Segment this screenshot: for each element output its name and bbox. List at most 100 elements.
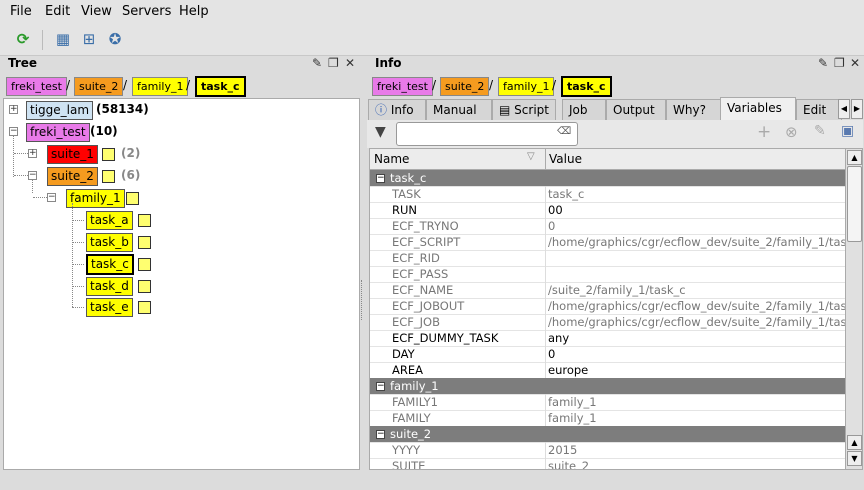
tab-scroll-left-icon[interactable]: ◀: [838, 99, 850, 119]
tab-variables[interactable]: Variables: [720, 97, 796, 120]
add-server-icon[interactable]: ⊞: [80, 30, 98, 48]
variable-row[interactable]: TASK task_c: [370, 186, 846, 203]
info-crumb-freki-test[interactable]: freki_test: [372, 77, 433, 96]
save-icon[interactable]: ▣: [841, 123, 854, 139]
edit-variable-icon[interactable]: ✎: [814, 123, 826, 139]
refresh-icon[interactable]: ⟳: [14, 30, 32, 48]
variable-row[interactable]: AREA europe: [370, 362, 846, 379]
panel-splitter[interactable]: [361, 280, 364, 320]
collapse-icon[interactable]: −: [376, 430, 385, 439]
variable-row[interactable]: ECF_TRYNO 0: [370, 218, 846, 235]
tree-crumb-family-1[interactable]: family_1: [132, 77, 189, 96]
variable-row[interactable]: DAY 0: [370, 346, 846, 363]
tree-node-task-c[interactable]: task_c: [86, 254, 134, 275]
variable-row[interactable]: ECF_NAME/suite_2/family_1/task_c: [370, 282, 846, 299]
add-variable-icon[interactable]: +: [757, 122, 771, 142]
variable-group-row[interactable]: − family_1: [370, 378, 846, 395]
variable-row[interactable]: RUN 00: [370, 202, 846, 219]
menu-servers[interactable]: Servers: [122, 4, 171, 19]
filter-icon[interactable]: ▼: [375, 124, 386, 140]
tree-close-icon[interactable]: ✕: [345, 56, 355, 70]
table-vertical-scrollbar[interactable]: ▲ ▲ ▼: [845, 148, 863, 470]
column-header-value[interactable]: Value: [549, 152, 582, 166]
expand-icon[interactable]: +: [9, 105, 18, 114]
tree-node-suite-1[interactable]: suite_1: [47, 145, 98, 164]
tree-view[interactable]: + tigge_lam (58134) − freki_test (10) + …: [3, 98, 360, 470]
menu-help[interactable]: Help: [179, 4, 209, 19]
menu-file[interactable]: File: [10, 4, 32, 19]
scrollbar-thumb[interactable]: [847, 166, 862, 242]
tree-node-task-d[interactable]: task_d: [86, 277, 133, 296]
tree-crumb-task-c[interactable]: task_c: [195, 76, 246, 97]
variable-group-row[interactable]: − suite_2: [370, 426, 846, 443]
tab-output[interactable]: Output: [606, 99, 666, 120]
tab-script[interactable]: ▤ Script: [492, 99, 556, 120]
tab-job[interactable]: Job: [562, 99, 606, 120]
crumb-separator: /: [489, 78, 494, 92]
column-divider: [545, 410, 546, 426]
tree-crumb-suite-2[interactable]: suite_2: [74, 77, 124, 96]
collapse-icon[interactable]: −: [28, 171, 37, 180]
variable-group-name: family_1: [390, 379, 439, 393]
tree-node-freki-test[interactable]: freki_test: [26, 123, 90, 142]
variable-row[interactable]: ECF_DUMMY_TASK any: [370, 330, 846, 347]
info-pin-icon[interactable]: ✎: [818, 56, 828, 70]
tab-manual[interactable]: Manual: [426, 99, 492, 120]
delete-variable-icon[interactable]: ⊗: [785, 123, 798, 141]
variable-group-row[interactable]: − task_c: [370, 170, 846, 187]
tree-connector: [72, 264, 84, 265]
scroll-up-icon[interactable]: ▲: [847, 150, 862, 165]
collapse-icon[interactable]: −: [376, 174, 385, 183]
server-filter-icon[interactable]: ▦: [54, 30, 72, 48]
scroll-up-icon[interactable]: ▲: [847, 435, 862, 450]
variable-name: ECF_TRYNO: [392, 219, 459, 233]
info-crumb-suite-2[interactable]: suite_2: [440, 77, 490, 96]
collapse-icon[interactable]: −: [9, 127, 18, 136]
column-header-name[interactable]: Name: [374, 152, 409, 166]
server-info-icon[interactable]: ✪: [106, 30, 124, 48]
expand-icon[interactable]: +: [28, 149, 37, 158]
sort-indicator-icon: ▽: [527, 151, 535, 162]
variable-row[interactable]: FAMILY1 family_1: [370, 394, 846, 411]
tree-node-task-b[interactable]: task_b: [86, 233, 133, 252]
variable-row[interactable]: ECF_JOBOUT/home/graphics/cgr/ecflow_dev/…: [370, 298, 846, 315]
tree-node-family-1[interactable]: family_1: [66, 189, 125, 208]
column-divider: [545, 458, 546, 469]
info-close-icon[interactable]: ✕: [850, 56, 860, 70]
filter-input[interactable]: [396, 122, 578, 146]
variable-row[interactable]: YYYY 2015: [370, 442, 846, 459]
variable-row[interactable]: ECF_PASS: [370, 266, 846, 283]
tree-crumb-freki-test[interactable]: freki_test: [6, 77, 67, 96]
collapse-icon[interactable]: −: [47, 193, 56, 202]
collapse-icon[interactable]: −: [376, 382, 385, 391]
tree-connector: [32, 180, 33, 193]
clear-filter-icon[interactable]: ⌫: [557, 126, 571, 137]
variable-row[interactable]: ECF_SCRIPT/home/graphics/cgr/ecflow_dev/…: [370, 234, 846, 251]
info-crumb-family-1[interactable]: family_1: [498, 77, 555, 96]
tree-node-tigge-lam[interactable]: tigge_lam: [26, 101, 94, 120]
tab-edit[interactable]: Edit: [796, 99, 842, 120]
variable-row[interactable]: FAMILY family_1: [370, 410, 846, 427]
tab-info[interactable]: ⓘ Info: [368, 99, 426, 120]
script-icon: ▤: [499, 103, 511, 117]
variable-row[interactable]: SUITE suite_2: [370, 458, 846, 470]
variable-name: SUITE: [392, 459, 426, 470]
menu-view[interactable]: View: [81, 4, 112, 19]
tab-scroll-right-icon[interactable]: ▶: [851, 99, 863, 119]
info-float-icon[interactable]: ❐: [834, 56, 845, 70]
column-divider: [545, 330, 546, 346]
tree-node-task-a[interactable]: task_a: [86, 211, 133, 230]
tree-node-task-e[interactable]: task_e: [86, 298, 133, 317]
variables-table[interactable]: Name ▽ Value − task_c TASK task_c RUN 00 ECF_T…: [369, 148, 847, 470]
info-crumb-task-c[interactable]: task_c: [561, 76, 612, 97]
menu-edit[interactable]: Edit: [45, 4, 70, 19]
variable-row[interactable]: ECF_RID: [370, 250, 846, 267]
scroll-down-icon[interactable]: ▼: [847, 451, 862, 466]
variable-row[interactable]: ECF_JOB/home/graphics/cgr/ecflow_dev/sui…: [370, 314, 846, 331]
tab-why[interactable]: Why?: [666, 99, 722, 120]
tree-pin-icon[interactable]: ✎: [312, 56, 322, 70]
tree-node-count: (58134): [96, 102, 149, 116]
tree-node-suite-2[interactable]: suite_2: [47, 167, 98, 186]
tree-float-icon[interactable]: ❐: [328, 56, 339, 70]
tree-connector: [72, 286, 84, 287]
